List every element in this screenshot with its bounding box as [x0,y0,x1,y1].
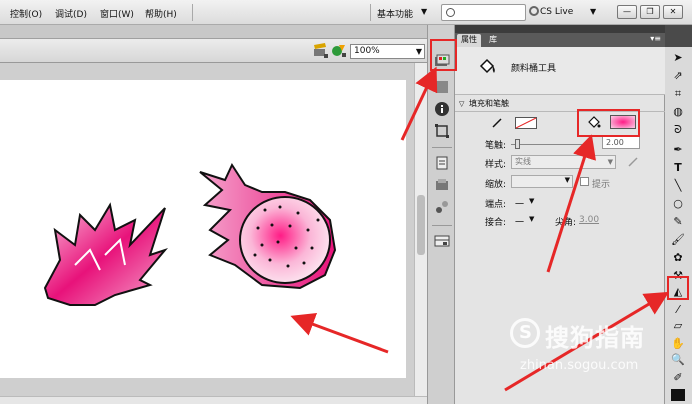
style-label: 样式: [485,160,507,170]
eyedropper-tool-icon[interactable]: ⁄ [671,303,685,317]
menu-separator [370,4,371,21]
search-icon [446,8,455,17]
vertical-scrollbar[interactable] [414,63,427,396]
stroke-slider-handle[interactable] [515,139,520,149]
help-search-input[interactable] [441,4,526,21]
highlight-box-swatches [430,39,457,71]
stroke-width-input[interactable]: 2.00 [602,136,640,149]
cap-value[interactable]: 一 [515,197,524,210]
pitaya-drawing [43,162,337,306]
menu-window[interactable]: 窗口(W) [100,7,134,20]
zoom-tool-icon[interactable]: 🔍 [671,353,685,367]
brush-tool-icon[interactable]: 🖌 [671,233,685,247]
tool-title: 颜料桶工具 [511,64,557,74]
sogou-logo: S [510,318,540,348]
selection-tool-icon[interactable]: ➤ [671,51,685,65]
chevron-down-icon[interactable]: ▼ [590,7,596,16]
scroll-thumb[interactable] [417,195,425,255]
pencil-icon [492,118,502,128]
menu-help[interactable]: 帮助(H) [145,7,177,20]
chevron-down-icon: ▼ [607,158,613,166]
code-snippets-icon[interactable] [434,155,450,171]
menu-bar: 控制(O) 调试(D) 窗口(W) 帮助(H) 基本功能 ▼ CS Live ▼… [0,0,692,25]
miter-value[interactable]: 3.00 [579,215,599,225]
workspace-switcher[interactable]: 基本功能 [377,7,413,20]
eraser-tool-icon[interactable]: ▱ [671,319,685,333]
text-tool-icon[interactable]: T [671,161,685,175]
pitaya-right-flesh [239,196,331,284]
tool-header: 颜料桶工具 [455,47,665,95]
lasso-tool-icon[interactable]: ᘐ [671,123,685,137]
watermark-url: zhinan.sogou.com [520,358,639,373]
scale-label: 缩放: [485,180,507,190]
zoom-value: 100% [354,46,380,56]
pen-tool-icon[interactable]: ✒ [671,143,685,157]
stage-canvas[interactable] [0,80,406,378]
tab-properties[interactable]: 属性 [457,34,481,47]
tools-panel: ➤ ⇗ ⌗ ◍ ᘐ ✒ T ╲ ○ ✎ 🖌 ✿ ⚒ ◭ ⁄ ▱ ✋ 🔍 ✐ [665,25,692,404]
close-button[interactable]: ✕ [663,5,683,19]
panel-tabs: 属性 库 ▾≡ [455,33,665,47]
transform-icon[interactable] [434,123,450,139]
hint-checkbox[interactable] [580,177,589,186]
highlight-box-paint-bucket [667,276,689,300]
cslive-button[interactable]: CS Live [540,7,573,17]
chevron-down-icon[interactable]: ▼ [421,7,427,16]
restore-button[interactable]: ❐ [640,5,660,19]
free-transform-tool-icon[interactable]: ⌗ [671,87,685,101]
shapes-icon[interactable] [331,43,347,58]
style-select[interactable]: 实线 ▼ [511,155,616,169]
stroke-label: 笔触: [485,141,507,151]
cap-label: 端点: [485,200,507,210]
highlight-box-fill-color [577,109,640,137]
sogou-logo-letter: S [519,322,532,343]
timeline-icon[interactable] [434,233,450,249]
collapsed-panels-strip [427,25,455,404]
menu-separator [192,4,193,21]
color-panel-icon[interactable] [434,79,450,95]
miter-label: 尖角: [555,218,577,228]
zoom-select[interactable]: 100% ▼ [350,44,425,59]
components-icon[interactable] [434,177,450,193]
panel-menu-icon[interactable]: ▾≡ [650,34,661,43]
hint-label: 提示 [592,180,611,190]
stroke-color-icon[interactable]: ✐ [671,371,685,385]
strip-separator [432,225,452,226]
subselection-tool-icon[interactable]: ⇗ [671,69,685,83]
strip-separator [432,147,452,148]
stroke-color-swatch[interactable] [515,117,537,129]
stroke-slider-track[interactable] [511,144,591,145]
panel-title-bar [455,25,665,33]
join-value[interactable]: 一 [515,215,524,228]
deco-tool-icon[interactable]: ✿ [671,251,685,265]
motion-presets-icon[interactable] [434,199,450,215]
oval-tool-icon[interactable]: ○ [671,197,685,211]
minimize-button[interactable]: — [617,5,637,19]
chevron-down-icon[interactable]: ▼ [529,215,534,223]
stage-toolbar [0,25,427,39]
pencil-tool-icon[interactable]: ✎ [671,215,685,229]
scene-bar: 100% ▼ [0,39,427,63]
chevron-down-icon[interactable]: ▼ [529,197,534,205]
3d-rotation-tool-icon[interactable]: ◍ [671,105,685,119]
info-icon[interactable] [434,101,450,117]
chevron-down-icon: ▼ [415,47,422,56]
edit-stroke-style-icon[interactable] [627,156,639,168]
clapper-icon[interactable] [312,43,328,58]
chevron-down-icon: ▼ [564,176,570,184]
scale-select[interactable]: ▼ [511,175,573,188]
watermark-text: 搜狗指南 [545,324,645,352]
join-label: 接合: [485,218,507,228]
horizontal-scrollbar[interactable] [0,396,427,404]
style-value: 实线 [515,157,531,166]
line-tool-icon[interactable]: ╲ [671,179,685,193]
tab-library[interactable]: 库 [485,34,501,47]
cslive-icon [529,6,539,16]
hand-tool-icon[interactable]: ✋ [671,337,685,351]
tools-title-bar [665,25,692,47]
menu-control[interactable]: 控制(O) [10,7,42,20]
fill-color-chip[interactable] [671,389,685,401]
menu-debug[interactable]: 调试(D) [55,7,87,20]
paint-bucket-icon [479,58,495,74]
